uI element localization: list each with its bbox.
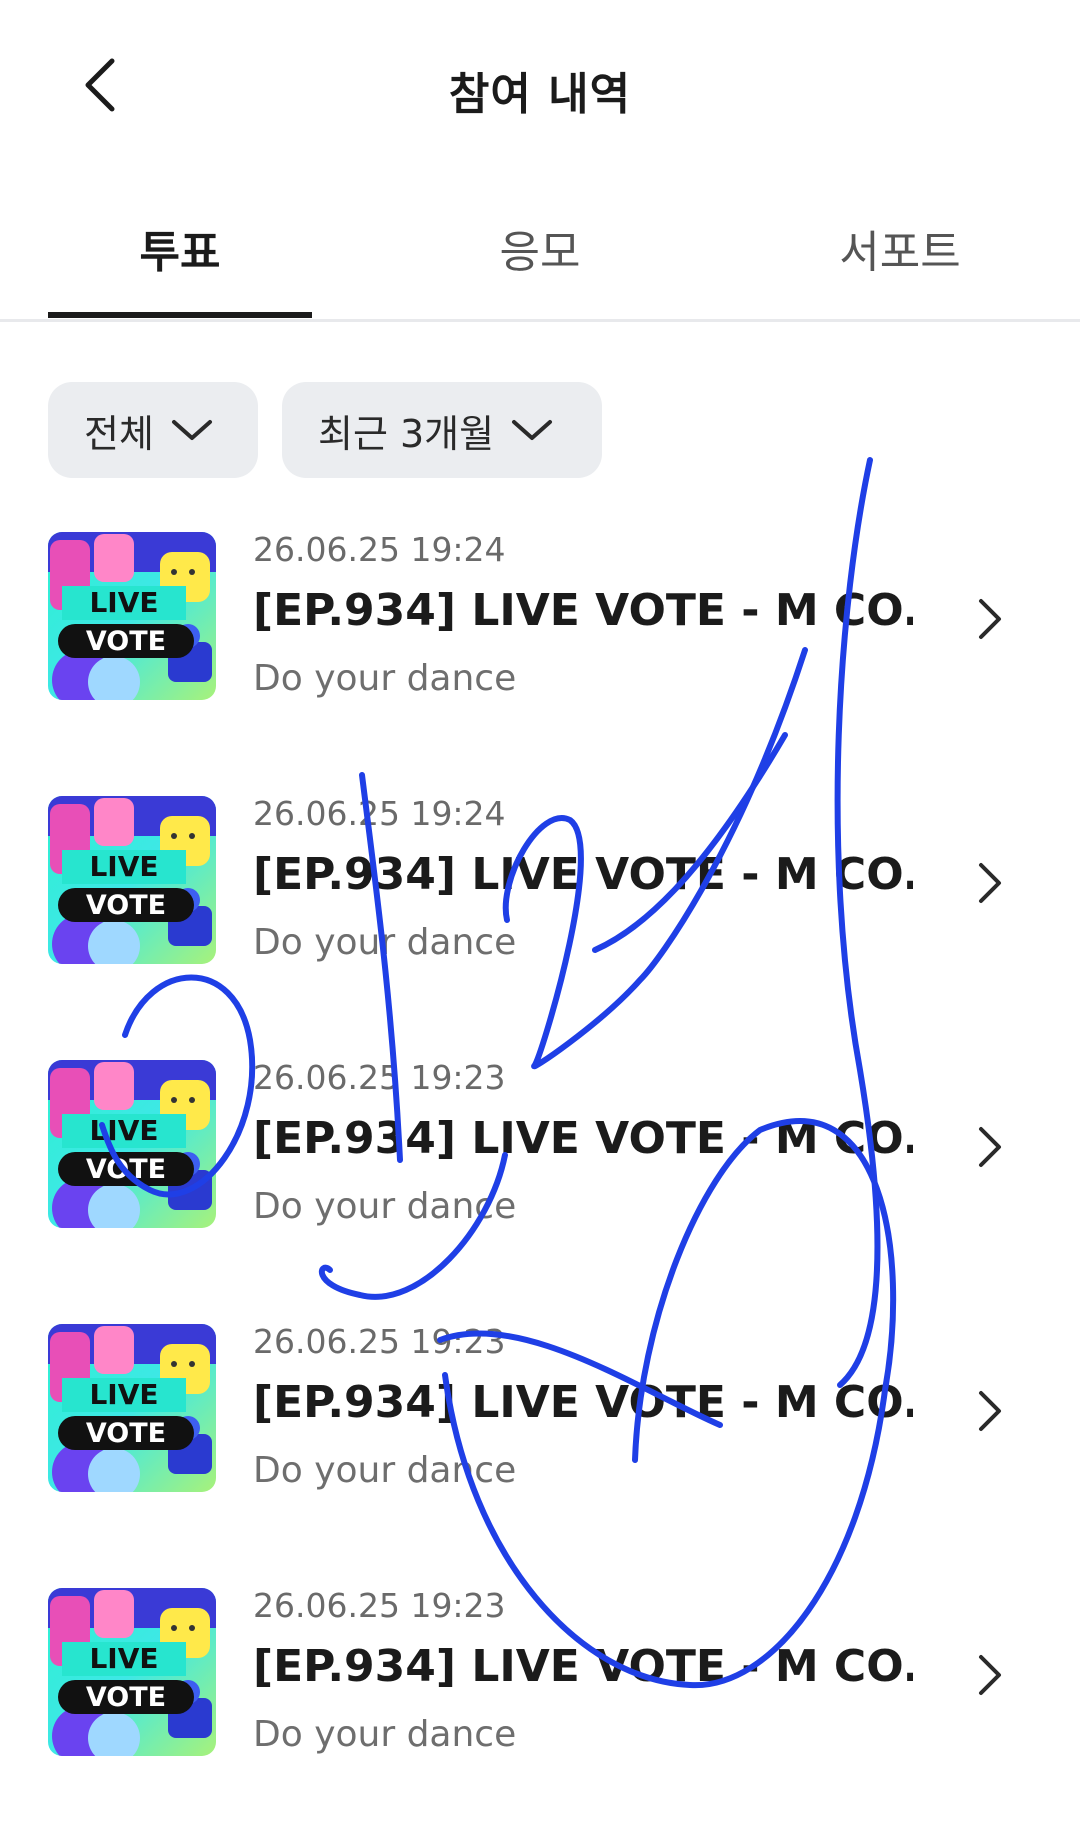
svg-text:VOTE: VOTE xyxy=(86,1682,166,1713)
list-item[interactable]: LIVE VOTE 26.06.25 19:24 [EP.934] LIVE V… xyxy=(0,510,1080,774)
item-title: [EP.934] LIVE VOTE - M CO... xyxy=(253,1113,913,1164)
type-filter-dropdown[interactable]: 전체 xyxy=(48,382,258,478)
chevron-down-icon xyxy=(510,416,554,444)
live-vote-thumbnail: LIVE VOTE xyxy=(48,532,216,700)
item-subtitle: Do your dance xyxy=(253,1186,517,1227)
list-item[interactable]: LIVE VOTE 26.06.25 19:23 [EP.934] LIVE V… xyxy=(0,1566,1080,1830)
live-vote-thumbnail: LIVE VOTE xyxy=(48,1324,216,1492)
svg-text:LIVE: LIVE xyxy=(89,1642,158,1675)
chevron-down-icon xyxy=(170,416,214,444)
item-subtitle: Do your dance xyxy=(253,658,517,699)
chevron-right-icon xyxy=(970,1122,1010,1172)
item-date: 26.06.25 19:23 xyxy=(253,1586,506,1625)
period-filter-label: 최근 3개월 xyxy=(318,411,495,456)
item-subtitle: Do your dance xyxy=(253,922,517,963)
list-item[interactable]: LIVE VOTE 26.06.25 19:23 [EP.934] LIVE V… xyxy=(0,1302,1080,1566)
chevron-right-icon xyxy=(970,1386,1010,1436)
chevron-right-icon xyxy=(970,858,1010,908)
svg-text:VOTE: VOTE xyxy=(86,1418,166,1449)
page-title: 참여 내역 xyxy=(448,69,632,120)
period-filter-dropdown[interactable]: 최근 3개월 xyxy=(282,382,602,478)
svg-text:VOTE: VOTE xyxy=(86,1154,166,1185)
item-date: 26.06.25 19:23 xyxy=(253,1058,506,1097)
active-tab-indicator xyxy=(48,312,312,318)
participation-history-screen: 참여 내역 투표 응모 서포트 전체 최근 3개월 LIVE VOTE 26.0… xyxy=(0,0,1080,1846)
chevron-right-icon xyxy=(970,594,1010,644)
tab-apply[interactable]: 응모 xyxy=(360,216,720,296)
item-title: [EP.934] LIVE VOTE - M CO... xyxy=(253,1641,913,1692)
item-date: 26.06.25 19:24 xyxy=(253,794,506,833)
tab-vote[interactable]: 투표 xyxy=(0,216,360,296)
svg-text:VOTE: VOTE xyxy=(86,890,166,921)
svg-text:LIVE: LIVE xyxy=(89,1378,158,1411)
svg-text:VOTE: VOTE xyxy=(86,626,166,657)
item-title: [EP.934] LIVE VOTE - M CO... xyxy=(253,585,913,636)
type-filter-label: 전체 xyxy=(84,411,154,456)
list-item[interactable]: LIVE VOTE 26.06.25 19:23 [EP.934] LIVE V… xyxy=(0,1038,1080,1302)
item-subtitle: Do your dance xyxy=(253,1714,517,1755)
svg-text:LIVE: LIVE xyxy=(89,586,158,619)
item-title: [EP.934] LIVE VOTE - M CO... xyxy=(253,1377,913,1428)
item-subtitle: Do your dance xyxy=(253,1450,517,1491)
live-vote-thumbnail: LIVE VOTE xyxy=(48,1060,216,1228)
list-item[interactable]: LIVE VOTE 26.06.25 19:24 [EP.934] LIVE V… xyxy=(0,774,1080,1038)
svg-text:LIVE: LIVE xyxy=(89,850,158,883)
header: 참여 내역 xyxy=(0,0,1080,170)
svg-text:LIVE: LIVE xyxy=(89,1114,158,1147)
item-date: 26.06.25 19:24 xyxy=(253,530,506,569)
chevron-right-icon xyxy=(970,1650,1010,1700)
item-date: 26.06.25 19:23 xyxy=(253,1322,506,1361)
tab-support[interactable]: 서포트 xyxy=(720,216,1080,296)
item-title: [EP.934] LIVE VOTE - M CO... xyxy=(253,849,913,900)
live-vote-thumbnail: LIVE VOTE xyxy=(48,1588,216,1756)
tab-bar: 투표 응모 서포트 xyxy=(0,200,1080,322)
live-vote-thumbnail: LIVE VOTE xyxy=(48,796,216,964)
